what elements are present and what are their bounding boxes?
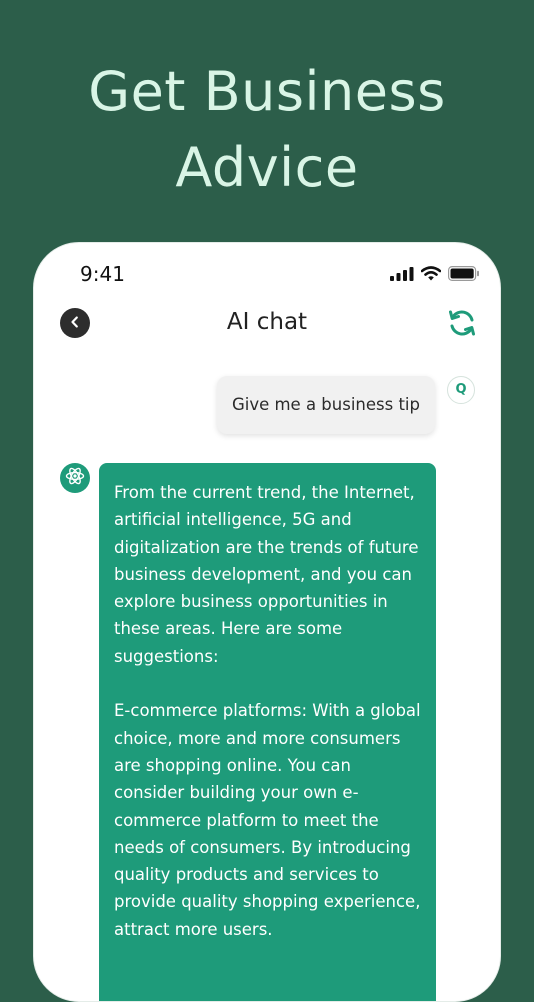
bot-message-paragraph: E-commerce platforms: With a global choi… <box>114 701 421 939</box>
phone-frame: 9:41 AI chat Give me a business tip Q Fr… <box>33 242 501 1002</box>
status-icons <box>390 266 480 285</box>
status-time: 9:41 <box>80 262 125 286</box>
bot-message-paragraph: From the current trend, the Internet, ar… <box>114 483 419 666</box>
wifi-icon <box>420 266 442 285</box>
refresh-icon <box>446 310 478 343</box>
cellular-signal-icon <box>390 266 414 285</box>
atom-icon <box>65 466 85 490</box>
promo-title-line-2: Advice <box>175 136 359 199</box>
promo-title-line-1: Get Business <box>88 60 446 123</box>
page-title: AI chat <box>226 309 308 335</box>
bot-message-bubble: From the current trend, the Internet, ar… <box>99 463 436 1001</box>
user-message-bubble: Give me a business tip <box>216 376 435 434</box>
bot-avatar <box>60 463 90 493</box>
promo-headline: Get Business Advice <box>0 54 534 206</box>
nav-bar: AI chat <box>34 303 500 347</box>
user-avatar: Q <box>447 376 475 404</box>
status-bar: 9:41 <box>34 243 500 303</box>
battery-icon <box>448 266 480 285</box>
refresh-button[interactable] <box>446 307 478 339</box>
